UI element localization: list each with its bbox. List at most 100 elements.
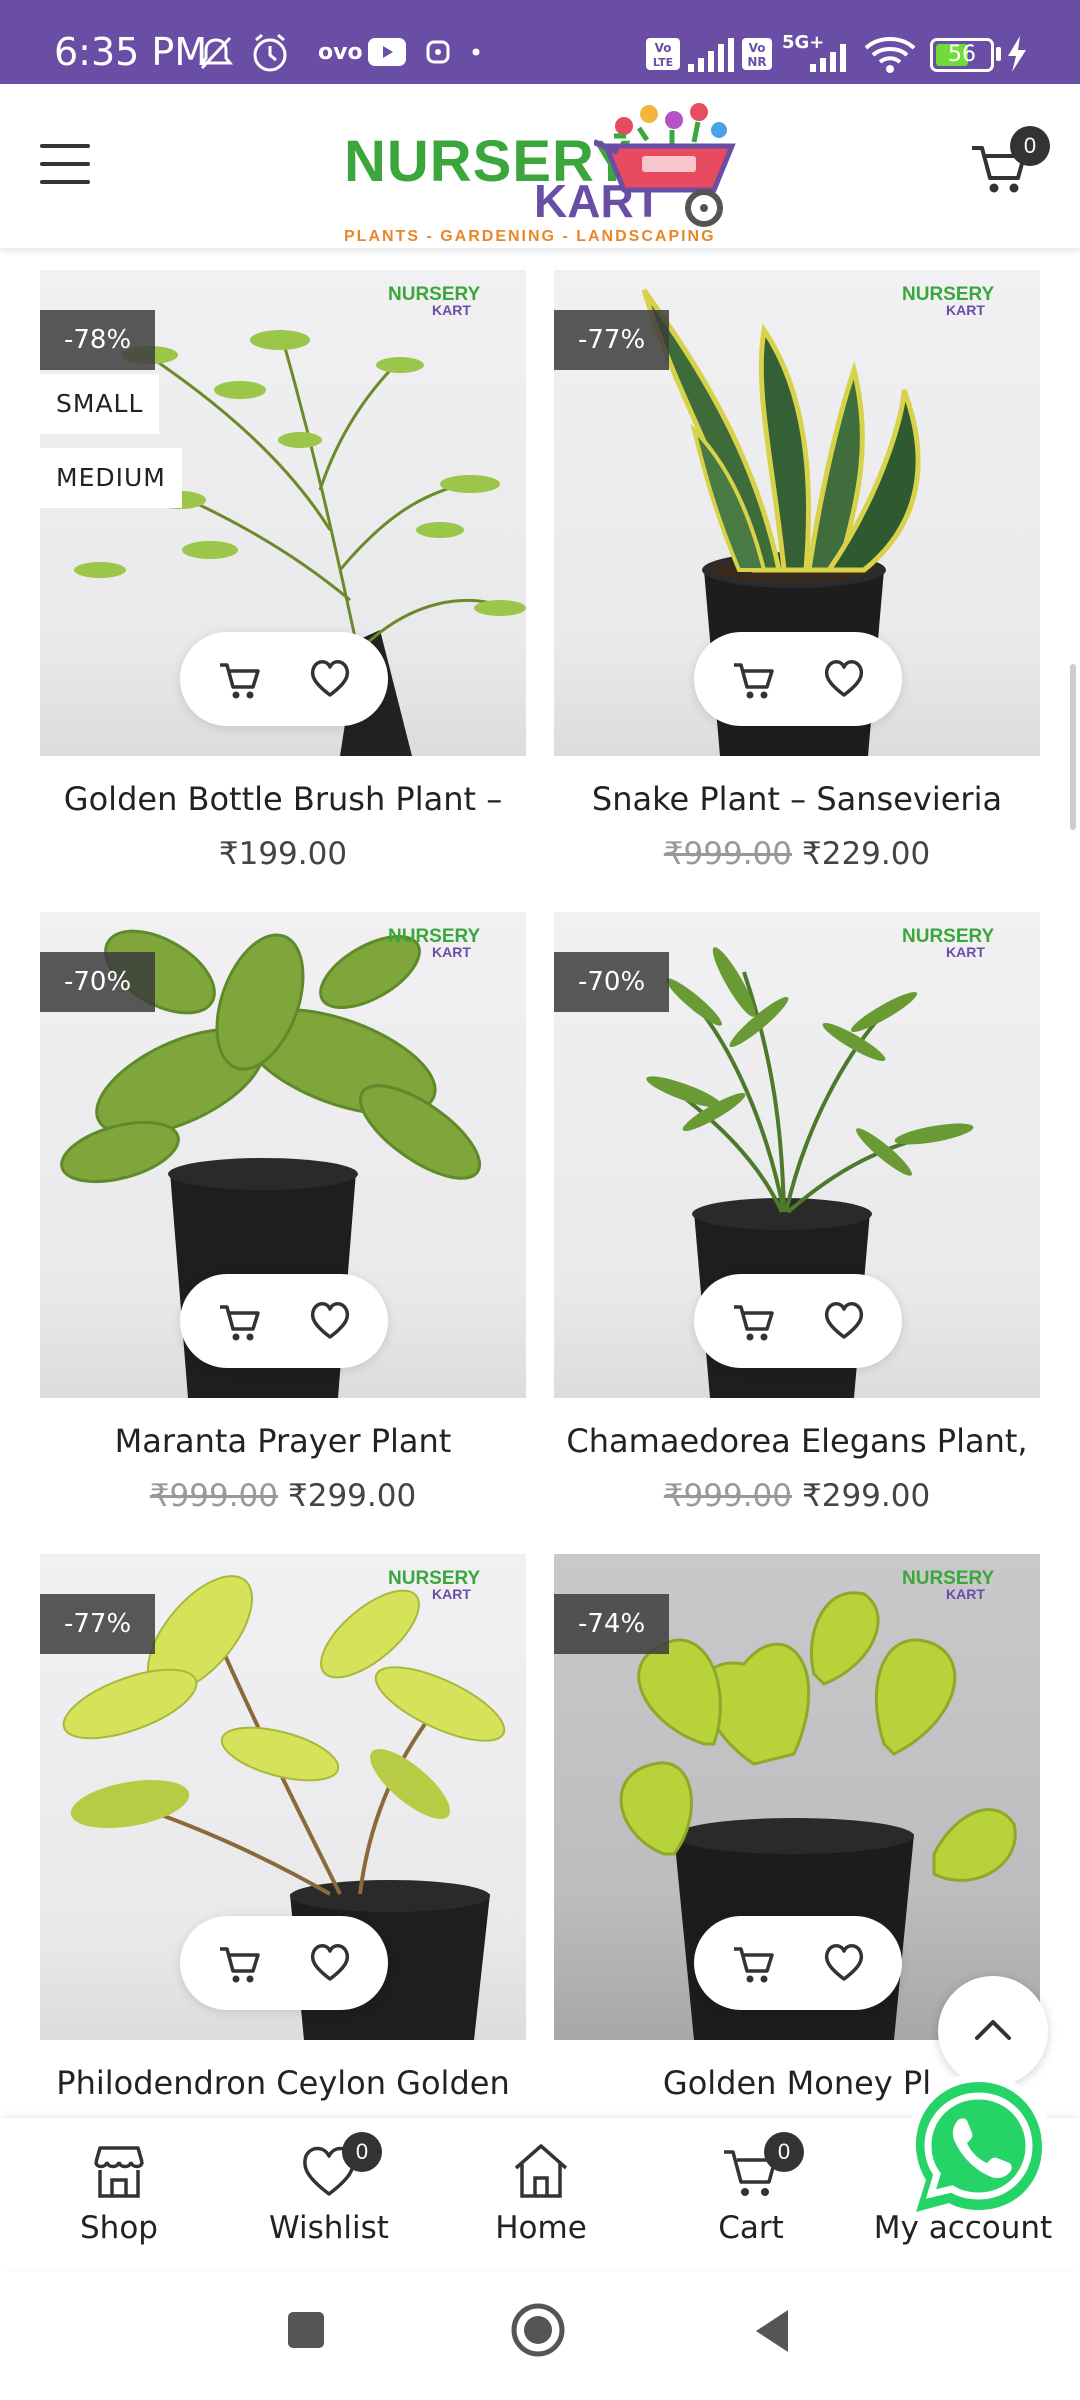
app-icon <box>426 40 450 64</box>
discount-badge: -77% <box>554 310 670 370</box>
wifi-icon <box>864 37 916 73</box>
add-to-cart-icon[interactable] <box>730 1297 778 1345</box>
battery-level: 56 <box>948 42 976 67</box>
nav-item-cart[interactable]: 0 Cart <box>646 2118 856 2268</box>
dot-icon <box>472 48 480 56</box>
recents-button[interactable] <box>286 2310 326 2350</box>
battery-icon: 56 <box>930 38 994 72</box>
wishlist-heart-icon[interactable] <box>820 1939 868 1987</box>
product-card[interactable]: NURSERY KART -74% Golden Money Pl <box>554 1554 1040 2102</box>
menu-button[interactable] <box>40 144 96 192</box>
nav-label: Shop <box>80 2210 158 2246</box>
product-card[interactable]: NURSERY KART -70% Chamaedorea Elegans Pl… <box>554 912 1040 1514</box>
add-to-cart-icon[interactable] <box>216 1297 264 1345</box>
mute-icon <box>198 36 234 70</box>
nav-label: Wishlist <box>269 2210 389 2246</box>
youtube-icon <box>368 38 406 66</box>
product-price: ₹199.00 <box>40 836 526 872</box>
product-card[interactable]: NURSERY KART -77% Philodendron Ceylon Go… <box>40 1554 526 2102</box>
svg-text:Vo: Vo <box>655 41 672 55</box>
wishlist-heart-icon[interactable] <box>306 655 354 703</box>
logo-tagline: PLANTS - GARDENING - LANDSCAPING <box>344 228 716 245</box>
nav-item-wishlist[interactable]: 0 Wishlist <box>224 2118 434 2268</box>
watermark-logo: NURSERY KART <box>902 926 995 960</box>
product-actions <box>180 632 388 726</box>
discount-badge: -70% <box>40 952 156 1012</box>
product-image[interactable]: NURSERY KART -74% <box>554 1554 1040 2040</box>
wishlist-heart-icon[interactable] <box>820 1297 868 1345</box>
wishlist-heart-icon[interactable] <box>306 1297 354 1345</box>
nav-item-shop[interactable]: Shop <box>14 2118 224 2268</box>
product-actions <box>694 632 902 726</box>
menu-icon-bar <box>40 180 90 184</box>
watermark-logo: NURSERY KART <box>388 284 481 318</box>
original-price: ₹999.00 <box>149 1478 278 1514</box>
nav-label: Home <box>495 2210 587 2246</box>
volte-icon: Vo LTE <box>646 38 680 70</box>
product-title[interactable]: Snake Plant – Sansevieria <box>544 780 1050 818</box>
signal-5g-bars <box>810 44 846 72</box>
add-to-cart-icon[interactable] <box>730 1939 778 1987</box>
product-title[interactable]: Maranta Prayer Plant <box>30 1422 536 1460</box>
chevron-up-icon <box>975 2020 1011 2040</box>
discount-badge: -77% <box>40 1594 156 1654</box>
current-price: ₹299.00 <box>288 1478 417 1514</box>
current-price: ₹229.00 <box>802 836 931 872</box>
svg-text:NR: NR <box>747 55 766 69</box>
product-image[interactable]: NURSERY KART -70% <box>554 912 1040 1398</box>
vonr-icon: Vo NR <box>742 38 772 70</box>
size-tag-medium: MEDIUM <box>40 448 182 508</box>
battery-tip <box>996 47 1001 61</box>
current-price: ₹299.00 <box>802 1478 931 1514</box>
add-to-cart-icon[interactable] <box>730 655 778 703</box>
product-title[interactable]: Chamaedorea Elegans Plant, <box>544 1422 1050 1460</box>
product-image[interactable]: NURSERY KART -78% SMALL MEDIUM <box>40 270 526 756</box>
original-price: ₹999.00 <box>663 836 792 872</box>
status-bar: 6:35 PM ovo Vo LTE Vo NR 5G+ 56 <box>0 0 1080 84</box>
product-card[interactable]: NURSERY KART -77% Snake Plant – Sansevie… <box>554 270 1040 872</box>
wishlist-heart-icon[interactable] <box>820 655 868 703</box>
original-price: ₹999.00 <box>663 1478 792 1514</box>
product-image[interactable]: NURSERY KART -77% <box>554 270 1040 756</box>
product-actions <box>180 1274 388 1368</box>
product-actions <box>180 1916 388 2010</box>
back-button[interactable] <box>752 2308 792 2354</box>
header-cart-count: 0 <box>1010 126 1050 166</box>
add-to-cart-icon[interactable] <box>216 1939 264 1987</box>
menu-icon-bar <box>40 144 90 148</box>
product-price: ₹999.00 ₹229.00 <box>554 836 1040 872</box>
add-to-cart-icon[interactable] <box>216 655 264 703</box>
nurserykart-logo[interactable]: NURSERY KART PLANTS - GARDENING - LANDSC… <box>344 96 744 246</box>
watermark-logo: NURSERY KART <box>902 284 995 318</box>
shop-icon <box>94 2146 144 2198</box>
page-scrollbar[interactable] <box>1070 664 1076 830</box>
product-image[interactable]: NURSERY KART -70% <box>40 912 526 1398</box>
discount-badge: -78% <box>40 310 156 370</box>
wishlist-count: 0 <box>342 2132 382 2172</box>
product-title[interactable]: Golden Bottle Brush Plant – <box>30 780 536 818</box>
charging-icon <box>1008 36 1026 72</box>
whatsapp-chat-button[interactable] <box>900 2068 1058 2226</box>
svg-text:Vo: Vo <box>749 41 766 55</box>
nav-label: Cart <box>718 2210 784 2246</box>
product-title[interactable]: Philodendron Ceylon Golden <box>30 2064 536 2102</box>
status-time: 6:35 PM <box>54 30 208 74</box>
ovo-icon: ovo <box>318 40 363 65</box>
product-card[interactable]: NURSERY KART -70% Maranta Prayer Plant ₹… <box>40 912 526 1514</box>
menu-icon-bar <box>40 162 90 166</box>
product-card[interactable]: NURSERY KART -78% SMALL MEDIUM Golden Bo… <box>40 270 526 872</box>
watermark-logo: NURSERY KART <box>388 1568 481 1602</box>
system-navigation-bar <box>0 2268 1080 2400</box>
signal-icon <box>688 38 734 72</box>
discount-badge: -74% <box>554 1594 670 1654</box>
home-icon <box>514 2144 568 2198</box>
svg-text:LTE: LTE <box>653 56 673 69</box>
watermark-logo: NURSERY KART <box>388 926 481 960</box>
home-button[interactable] <box>510 2302 566 2358</box>
cart-count: 0 <box>764 2132 804 2172</box>
current-price: ₹199.00 <box>218 836 348 872</box>
wishlist-heart-icon[interactable] <box>306 1939 354 1987</box>
product-image[interactable]: NURSERY KART -77% <box>40 1554 526 2040</box>
nav-item-home[interactable]: Home <box>436 2118 646 2268</box>
size-tag-small: SMALL <box>40 374 160 434</box>
